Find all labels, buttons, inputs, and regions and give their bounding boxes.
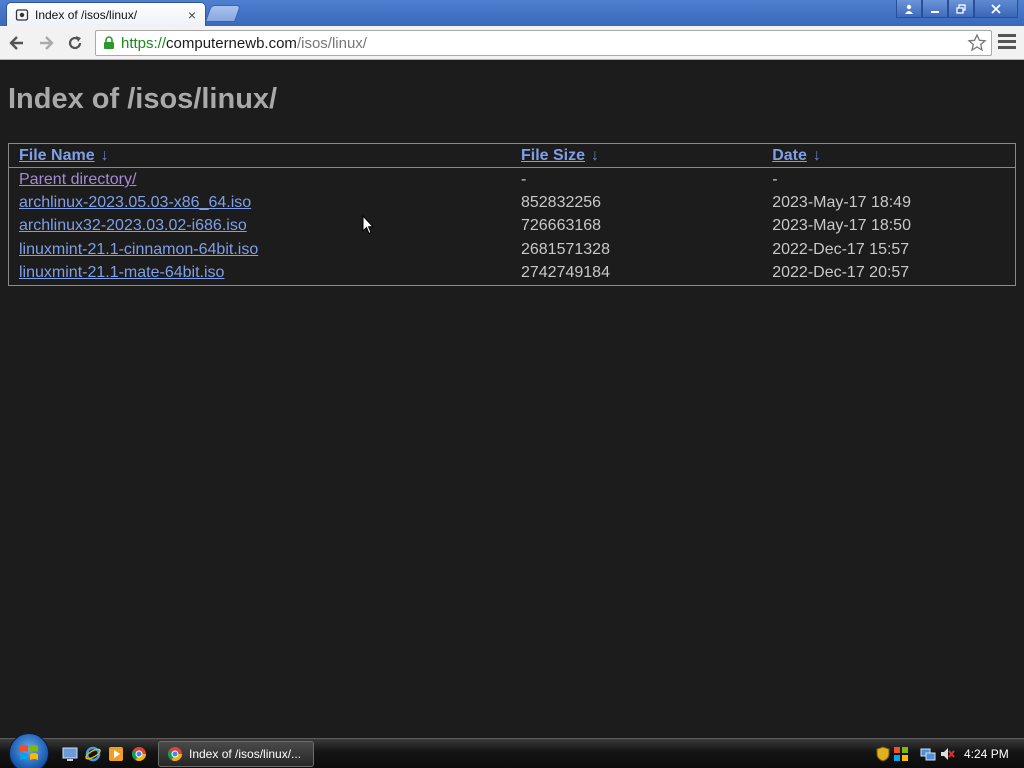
windows-update-icon[interactable]	[893, 746, 909, 762]
table-row: archlinux-2023.05.03-x86_64.iso 85283225…	[9, 191, 1016, 215]
column-header-file-size: File Size ↓	[510, 143, 763, 168]
file-size-cell: 2681571328	[520, 241, 610, 259]
table-row: linuxmint-21.1-mate-64bit.iso 2742749184…	[9, 262, 1016, 286]
new-tab-button[interactable]	[204, 5, 242, 22]
file-date-cell: -	[772, 171, 778, 189]
close-icon	[991, 3, 1001, 14]
chrome-icon	[167, 747, 182, 761]
file-date-cell: 2023-May-17 18:50	[772, 217, 911, 235]
browser-menu-button[interactable]	[998, 34, 1016, 52]
address-bar[interactable]: https://computernewb.com/isos/linux/	[95, 30, 992, 56]
windows-logo-icon	[20, 745, 38, 760]
show-desktop-icon[interactable]	[62, 746, 78, 762]
back-arrow-icon	[9, 36, 23, 50]
column-header-date: Date ↓	[762, 143, 1016, 168]
table-header-row: File Name ↓ File Size ↓ Date ↓	[8, 143, 1016, 168]
minimize-icon	[931, 10, 939, 13]
secure-lock-icon[interactable]	[99, 33, 119, 53]
file-link[interactable]: archlinux-2023.05.03-x86_64.iso	[19, 194, 251, 211]
sort-arrow-icon: ↓	[591, 146, 600, 164]
media-player-icon[interactable]	[108, 746, 124, 762]
taskbar-window-label: Index of /isos/linux/...	[189, 747, 302, 761]
file-date-cell: 2023-May-17 18:49	[772, 193, 911, 211]
file-link[interactable]: archlinux32-2023.03.02-i686.iso	[19, 217, 247, 234]
mouse-pointer-icon	[362, 214, 375, 240]
page-favicon-icon	[15, 8, 29, 22]
file-size-cell: -	[520, 171, 527, 189]
sort-arrow-icon: ↓	[100, 146, 109, 164]
security-shield-icon[interactable]	[876, 746, 892, 762]
table-row: archlinux32-2023.03.02-i686.iso 72666316…	[9, 215, 1016, 239]
forward-arrow-icon	[40, 36, 54, 50]
forward-button[interactable]	[35, 32, 57, 54]
file-name-cell: Parent directory/	[9, 168, 511, 192]
user-icon	[905, 4, 913, 14]
file-name-cell: linuxmint-21.1-cinnamon-64bit.iso	[9, 238, 511, 262]
minimize-button[interactable]	[922, 0, 948, 18]
close-window-button[interactable]	[974, 0, 1018, 18]
table-row: Parent directory/ - -	[9, 168, 1016, 192]
file-date-cell: 2022-Dec-17 15:57	[772, 241, 910, 259]
restore-icon	[956, 3, 966, 14]
url-text: https://computernewb.com/isos/linux/	[121, 34, 367, 52]
chrome-icon[interactable]	[131, 746, 147, 762]
browser-toolbar: https://computernewb.com/isos/linux/	[0, 26, 1024, 60]
sort-arrow-icon: ↓	[812, 146, 821, 164]
file-link[interactable]: linuxmint-21.1-cinnamon-64bit.iso	[19, 241, 258, 258]
file-size-cell: 2742749184	[520, 264, 610, 282]
taskbar-clock[interactable]: 4:24 PM	[964, 747, 1009, 761]
file-link[interactable]: linuxmint-21.1-mate-64bit.iso	[19, 264, 224, 281]
bookmark-star-icon[interactable]	[967, 33, 987, 53]
file-name-cell: archlinux-2023.05.03-x86_64.iso	[9, 191, 511, 215]
taskbar-window-button[interactable]: Index of /isos/linux/...	[158, 741, 314, 767]
tab-close-icon[interactable]: ×	[185, 8, 199, 22]
table-row: linuxmint-21.1-cinnamon-64bit.iso 268157…	[9, 238, 1016, 262]
browser-tab[interactable]: Index of /isos/linux/ ×	[6, 2, 206, 26]
restore-button[interactable]	[948, 0, 974, 18]
file-listing-table: File Name ↓ File Size ↓ Date ↓ Parent direc…	[8, 143, 1016, 286]
volume-muted-icon[interactable]	[939, 746, 955, 762]
file-size-cell: 726663168	[520, 217, 602, 235]
sort-by-name-link[interactable]: File Name	[19, 147, 95, 164]
user-profile-button[interactable]	[896, 0, 922, 18]
sort-by-date-link[interactable]: Date	[772, 147, 807, 164]
internet-explorer-icon[interactable]	[85, 746, 101, 762]
window-controls	[896, 0, 1018, 18]
reload-button[interactable]	[64, 32, 86, 54]
file-size-cell: 852832256	[520, 193, 602, 211]
back-button[interactable]	[6, 32, 28, 54]
column-header-file-name: File Name ↓	[8, 143, 511, 168]
file-date-cell: 2022-Dec-17 20:57	[772, 264, 910, 282]
file-name-cell: archlinux32-2023.03.02-i686.iso	[9, 215, 511, 239]
file-name-cell: linuxmint-21.1-mate-64bit.iso	[9, 262, 511, 286]
title-bar: Index of /isos/linux/ ×	[0, 0, 1024, 26]
page-title: Index of /isos/linux/	[8, 83, 278, 115]
network-icon[interactable]	[920, 746, 936, 762]
sort-by-size-link[interactable]: File Size	[521, 147, 585, 164]
tab-title: Index of /isos/linux/	[35, 7, 138, 22]
start-button[interactable]	[9, 733, 49, 768]
reload-icon	[68, 36, 82, 50]
windows-taskbar: Index of /isos/linux/... 4:24 PM	[0, 733, 1024, 768]
parent-directory-link[interactable]: Parent directory/	[19, 171, 136, 188]
